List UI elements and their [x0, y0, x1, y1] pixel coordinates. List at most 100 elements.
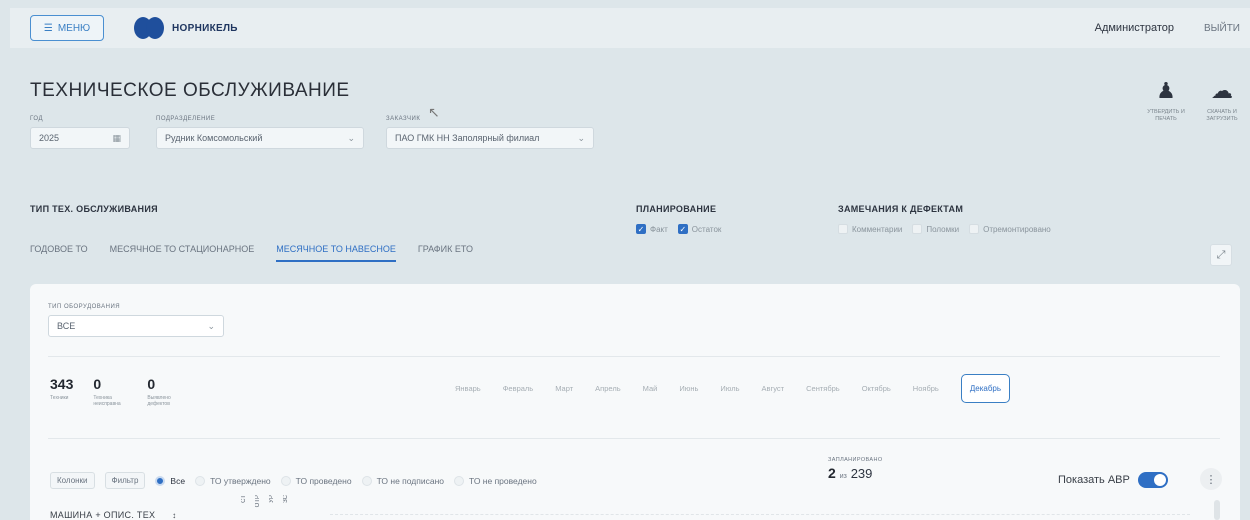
- planned-total: 239: [850, 466, 873, 481]
- nornickel-logo-icon: [134, 17, 164, 39]
- month-october[interactable]: Октябрь: [862, 384, 891, 393]
- divider: [48, 438, 1220, 439]
- tab-monthly-mounted[interactable]: МЕСЯЧНОЕ ТО НАВЕСНОЕ: [276, 244, 396, 262]
- top-bar: ☰ МЕНЮ НОРНИКЕЛЬ Администратор ВЫЙТИ: [10, 8, 1250, 48]
- month-april[interactable]: Апрель: [595, 384, 620, 393]
- checkbox-remainder[interactable]: ✓ Остаток: [677, 224, 722, 234]
- month-july[interactable]: Июль: [720, 384, 739, 393]
- column-header-machine[interactable]: МАШИНА + ОПИС. ТЕХ ↕: [50, 510, 176, 520]
- table-controls: Колонки Фильтр Все ТО утверждено ТО пров…: [50, 472, 537, 489]
- remarks-checks: Комментарии Поломки Отремонтировано: [838, 224, 1051, 234]
- planned-value: 2 из 239: [828, 465, 883, 481]
- chevron-down-icon: ⌄: [577, 132, 585, 143]
- vertical-header: ЗС: [283, 495, 289, 503]
- radio-approved-label: ТО утверждено: [210, 475, 271, 486]
- checkbox-fact-label: Факт: [650, 224, 668, 234]
- maintenance-tabs: ГОДОВОЕ ТО МЕСЯЧНОЕ ТО СТАЦИОНАРНОЕ МЕСЯ…: [30, 244, 473, 262]
- checkbox-repaired-label: Отремонтировано: [983, 224, 1051, 234]
- customer-field: ЗАКАЗЧИК ПАО ГМК НН Заполярный филиал ⌄: [386, 116, 594, 149]
- show-avr-label: Показать АВР: [1058, 474, 1130, 486]
- stat-value: 0: [93, 376, 102, 392]
- page-title: ТЕХНИЧЕСКОЕ ОБСЛУЖИВАНИЕ: [30, 80, 350, 101]
- filter-button[interactable]: Фильтр: [104, 472, 146, 489]
- radio-all[interactable]: Все: [155, 475, 185, 486]
- logo-text: НОРНИКЕЛЬ: [172, 22, 238, 34]
- equipment-select[interactable]: ВСЕ ⌄: [48, 315, 224, 337]
- hamburger-icon: ☰: [43, 22, 53, 34]
- vertical-header: ОТР: [255, 495, 261, 508]
- month-august[interactable]: Август: [762, 384, 785, 393]
- checkbox-repaired[interactable]: Отремонтировано: [969, 224, 1051, 234]
- radio-done-label: ТО проведено: [295, 475, 352, 486]
- columns-button[interactable]: Колонки: [50, 472, 95, 489]
- planning-title: ПЛАНИРОВАНИЕ: [636, 204, 717, 214]
- planning-checks: ✓ Факт ✓ Остаток: [636, 224, 721, 234]
- year-field: ГОД 2025 ▦: [30, 116, 130, 149]
- month-march[interactable]: Март: [555, 384, 573, 393]
- menu-button[interactable]: ☰ МЕНЮ: [30, 15, 104, 41]
- approve-print-label: УТВЕРДИТЬ И ПЕЧАТЬ: [1147, 109, 1185, 122]
- tab-eto-schedule[interactable]: ГРАФИК ЕТО: [418, 244, 473, 262]
- logout-button[interactable]: ВЫЙТИ: [1204, 23, 1240, 34]
- tab-monthly-stationary[interactable]: МЕСЯЧНОЕ ТО СТАЦИОНАРНОЕ: [110, 244, 255, 262]
- maintenance-type-title: ТИП ТЕХ. ОБСЛУЖИВАНИЯ: [30, 204, 158, 214]
- expand-button[interactable]: ⤢: [1210, 244, 1232, 266]
- month-selector: Январь Февраль Март Апрель Май Июнь Июль…: [455, 374, 1011, 403]
- month-february[interactable]: Февраль: [503, 384, 533, 393]
- radio-not-done-label: ТО не проведено: [469, 475, 537, 486]
- radio-unsigned-label: ТО не подписано: [376, 475, 445, 486]
- show-avr-toggle[interactable]: [1137, 472, 1168, 488]
- radio-done[interactable]: ТО проведено: [280, 475, 352, 486]
- show-avr: Показать АВР: [1058, 472, 1168, 488]
- year-picker[interactable]: 2025 ▦: [30, 127, 130, 149]
- kebab-icon: ⋮: [1205, 473, 1217, 486]
- month-january[interactable]: Январь: [455, 384, 481, 393]
- division-label: ПОДРАЗДЕЛЕНИЕ: [156, 116, 216, 122]
- vertical-header: УР: [269, 495, 275, 503]
- checkbox-remainder-label: Остаток: [691, 224, 722, 234]
- month-june[interactable]: Июнь: [679, 384, 698, 393]
- tab-annual[interactable]: ГОДОВОЕ ТО: [30, 244, 88, 262]
- year-value: 2025: [39, 133, 60, 143]
- radio-selected-icon: [155, 475, 166, 486]
- calendar-icon: ▦: [112, 132, 121, 143]
- remarks-title: ЗАМЕЧАНИЯ К ДЕФЕКТАМ: [838, 204, 964, 214]
- month-november[interactable]: Ноябрь: [913, 384, 939, 393]
- planned-label: ЗАПЛАНИРОВАНО: [828, 457, 883, 463]
- planned-of: из: [839, 473, 847, 480]
- planned-done: 2: [828, 465, 836, 481]
- sort-icon[interactable]: ↕: [172, 511, 176, 520]
- checkbox-comments-label: Комментарии: [852, 224, 903, 234]
- customer-select[interactable]: ПАО ГМК НН Заполярный филиал ⌄: [386, 127, 594, 149]
- month-december[interactable]: Декабрь: [960, 374, 1011, 403]
- checkbox-breakdowns-label: Поломки: [926, 224, 960, 234]
- division-select[interactable]: Рудник Комсомольский ⌄: [156, 127, 364, 149]
- stat-machines: 343 Техники: [50, 376, 73, 407]
- radio-unsigned[interactable]: ТО не подписано: [361, 475, 445, 486]
- radio-not-done[interactable]: ТО не проведено: [454, 475, 537, 486]
- menu-button-label: МЕНЮ: [57, 22, 91, 34]
- chevron-down-icon: ⌄: [207, 320, 215, 331]
- approve-print-button[interactable]: ♟ УТВЕРДИТЬ И ПЕЧАТЬ: [1144, 78, 1188, 123]
- division-value: Рудник Комсомольский: [165, 133, 263, 143]
- stamp-icon: ♟: [1156, 78, 1176, 103]
- stats-row: 343 Техники 0 Техника неисправна 0 Выявл…: [50, 376, 187, 407]
- user-name[interactable]: Администратор: [1095, 22, 1174, 34]
- vertical-header: СТ: [241, 495, 247, 503]
- checkbox-fact[interactable]: ✓ Факт: [636, 224, 668, 234]
- logo[interactable]: НОРНИКЕЛЬ: [134, 17, 238, 39]
- stat-value: 343: [50, 376, 74, 392]
- more-options-button[interactable]: ⋮: [1200, 468, 1222, 490]
- divider: [48, 356, 1220, 357]
- equipment-label: ТИП ОБОРУДОВАНИЯ: [48, 304, 121, 310]
- checkbox-checked-icon: ✓: [677, 224, 688, 234]
- checkbox-comments[interactable]: Комментарии: [838, 224, 902, 234]
- horizontal-scrollbar[interactable]: [1214, 500, 1220, 520]
- month-september[interactable]: Сентябрь: [806, 384, 840, 393]
- download-upload-button[interactable]: ☁ СКАЧАТЬ И ЗАГРУЗИТЬ: [1200, 78, 1244, 123]
- radio-approved[interactable]: ТО утверждено: [195, 475, 271, 486]
- checkbox-checked-icon: ✓: [636, 224, 646, 234]
- cloud-upload-icon: ☁: [1211, 78, 1233, 103]
- month-may[interactable]: Май: [643, 384, 658, 393]
- checkbox-breakdowns[interactable]: Поломки: [912, 224, 959, 234]
